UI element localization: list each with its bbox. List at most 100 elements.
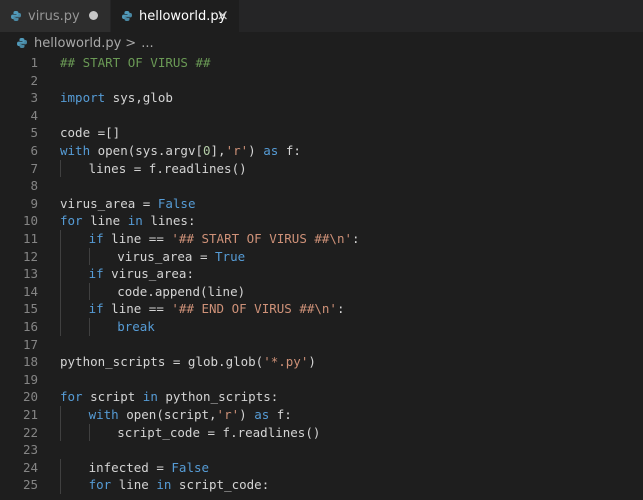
code-text: with open(sys.argv[0],'r') as f: [60,142,301,160]
code-token: if [88,231,104,246]
code-token: : [352,231,360,246]
code-token: ) [248,143,264,158]
code-token: False [157,195,196,211]
code-line[interactable]: 19 [0,371,643,389]
indent-guide [60,318,61,336]
breadcrumb-more[interactable]: ... [141,36,153,51]
code-line[interactable]: 5 code =[] [0,124,643,142]
code-text: script_code = f.readlines() [117,424,320,442]
line-number: 24 [22,459,38,475]
code-line[interactable]: 20 for script in python_scripts: [0,388,643,406]
code-text: virus_area = False [60,195,195,213]
code-line[interactable]: 8 [0,177,643,195]
code-text: for line in script_code: [89,476,270,494]
code-line[interactable]: 6 with open(sys.argv[0],'r') as f: [0,142,643,160]
code-token: 'r' [216,407,240,422]
code-token: python_scripts: [157,389,279,405]
line-number: 22 [22,424,38,440]
code-text: python_scripts = glob.glob('*.py') [60,353,316,371]
line-number: 11 [22,231,38,246]
code-text: if line == '## END OF VIRUS ##\n': [89,300,345,318]
indent-guide [60,423,61,442]
line-number: 4 [30,107,38,123]
code-token: line == [103,301,172,317]
code-text: code.append(line) [117,283,245,301]
line-number: 15 [22,301,38,317]
indent-guide [60,230,61,248]
close-icon[interactable]: × [216,7,229,23]
line-number: 12 [22,248,38,264]
code-editor[interactable]: 1 ## START OF VIRUS ## 2 3 import sys,glob 4 5… [0,54,643,500]
line-number: 18 [22,354,38,370]
code-token: line == [103,231,172,246]
code-token: as [254,407,270,422]
code-line[interactable]: 23 [0,441,643,459]
code-token: virus_area: [103,266,194,282]
code-token: code =[] [60,125,121,141]
tab-virus-py[interactable]: virus.py [0,0,110,32]
code-token: ], [210,143,226,158]
code-token: in [127,213,143,229]
unsaved-dot-icon[interactable] [89,11,98,20]
code-line[interactable]: 17 [0,336,643,354]
code-line[interactable]: 25 for line in script_code: [0,476,643,494]
breadcrumb-file[interactable]: helloworld.py [34,36,121,51]
tab-label: virus.py [28,8,80,24]
code-token: ) [308,354,316,370]
code-text: if line == '## START OF VIRUS ##\n': [89,230,360,248]
line-number: 19 [22,371,38,387]
line-number: 25 [22,477,38,493]
code-token: python_scripts = glob.glob( [60,354,264,370]
code-line[interactable]: 14 code.append(line) [0,282,643,301]
code-line[interactable]: 22 script_code = f.readlines() [0,423,643,442]
code-text: code =[] [60,124,120,142]
code-text: with open(script,'r') as f: [89,406,292,424]
code-line[interactable]: 1 ## START OF VIRUS ## [0,54,643,72]
code-token: break [117,319,155,334]
code-line[interactable]: 9 virus_area = False [0,195,643,213]
code-line[interactable]: 7 lines = f.readlines() [0,159,643,178]
code-token: open(script, [118,407,217,422]
line-number: 10 [22,213,38,229]
code-token: script_code = f.readlines() [117,424,321,440]
code-line[interactable]: 4 [0,107,643,125]
code-line[interactable]: 12 virus_area = True [0,247,643,266]
python-file-icon [10,10,22,22]
code-line[interactable]: 11 if line == '## START OF VIRUS ##\n': [0,230,643,248]
code-token: : [336,301,345,317]
code-token: ## START OF VIRUS ## [60,55,211,70]
code-text: virus_area = True [117,248,245,266]
code-token: code.append(line) [117,283,246,299]
code-token: in [156,477,172,493]
breadcrumb: helloworld.py > ... [0,32,643,54]
code-token: sys,glob [105,90,173,106]
code-token: f: [269,407,292,422]
indent-guide [88,318,90,336]
code-token: True [215,248,246,264]
code-line[interactable]: 10 for line in lines: [0,212,643,230]
tab-helloworld-py[interactable]: helloworld.py × [111,0,239,32]
indent-guide [60,247,61,266]
code-line[interactable]: 15 if line == '## END OF VIRUS ##\n': [0,300,643,318]
code-text: if virus_area: [89,265,194,283]
code-token: infected = [88,459,172,475]
code-token: '## END OF VIRUS ##\n' [171,301,337,317]
python-file-icon [121,10,133,22]
code-token: ) [239,407,255,422]
code-line[interactable]: 24 infected = False [0,458,643,477]
code-line[interactable]: 2 [0,72,643,90]
code-text: ## START OF VIRUS ## [60,54,211,72]
code-line[interactable]: 16 break [0,318,643,336]
code-token: import [60,90,106,106]
code-token: with [60,143,91,158]
line-number: 1 [30,55,38,70]
code-token: 0 [203,143,211,158]
indent-guide [60,300,61,318]
code-token: open(sys.argv[ [90,143,203,158]
code-line[interactable]: 21 with open(script,'r') as f: [0,406,643,424]
line-number: 2 [30,72,38,88]
code-line[interactable]: 13 if virus_area: [0,265,643,283]
code-line[interactable]: 18 python_scripts = glob.glob('*.py') [0,353,643,371]
code-line[interactable]: 3 import sys,glob [0,89,643,107]
indent-guide [60,476,61,494]
